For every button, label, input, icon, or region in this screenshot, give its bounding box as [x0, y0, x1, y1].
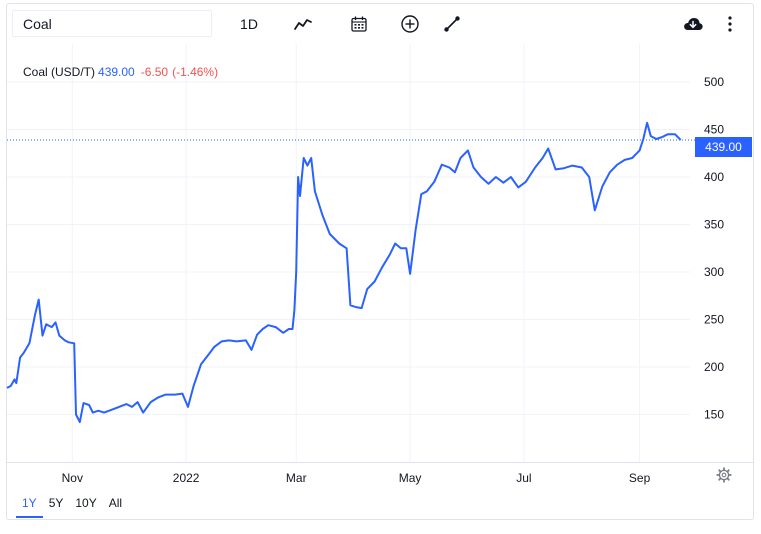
price-chart[interactable]: 150 200 250 300 350 400 450 500 Nov 2022 Mar May Ju… [0, 0, 761, 534]
y-tick-label: 500 [704, 75, 724, 89]
x-tick-label: Jul [516, 471, 531, 485]
y-tick-label: 350 [704, 218, 724, 232]
y-tick-label: 150 [704, 408, 724, 422]
y-tick-label: 200 [704, 360, 724, 374]
grid [7, 44, 754, 463]
y-axis: 150 200 250 300 350 400 450 500 [704, 75, 724, 422]
range-tab-1y[interactable]: 1Y [16, 494, 43, 518]
y-tick-label: 300 [704, 265, 724, 279]
x-axis: Nov 2022 Mar May Jul Sep [62, 471, 651, 485]
x-tick-label: May [399, 471, 422, 485]
range-tab-all[interactable]: All [103, 494, 128, 518]
chart-legend: Coal (USD/T) 439.00 -6.50 (-1.46%) [23, 65, 218, 79]
chart-settings-button[interactable] [716, 467, 732, 483]
last-price-tag: 439.00 [695, 137, 752, 157]
legend-symbol-name: Coal (USD/T) [23, 65, 96, 79]
x-tick-label: Mar [286, 471, 307, 485]
y-tick-label: 400 [704, 170, 724, 184]
range-tab-5y[interactable]: 5Y [43, 494, 70, 518]
legend-price: 439.00 [98, 65, 135, 79]
x-tick-label: 2022 [173, 471, 200, 485]
legend-change-pct: (-1.46%) [172, 65, 219, 79]
range-tab-10y[interactable]: 10Y [69, 494, 102, 518]
range-tabs: 1Y 5Y 10Y All [16, 494, 128, 518]
y-tick-label: 450 [704, 123, 724, 137]
legend-change: -6.50 [140, 65, 169, 79]
x-tick-label: Nov [62, 471, 83, 485]
gear-icon [716, 467, 732, 483]
y-tick-label: 250 [704, 313, 724, 327]
x-tick-label: Sep [629, 471, 651, 485]
